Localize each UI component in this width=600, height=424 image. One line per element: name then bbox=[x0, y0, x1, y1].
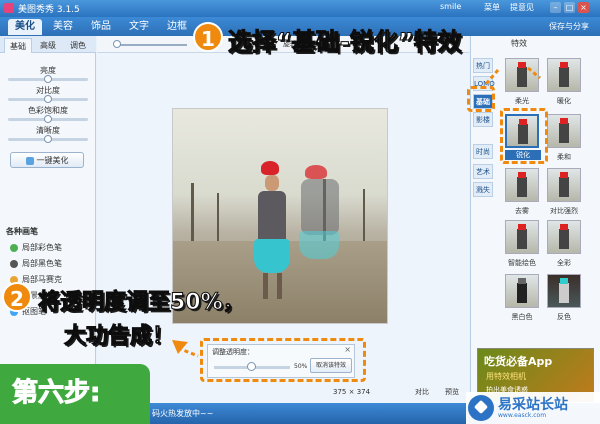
meitu-app: 美图秀秀 3.1.5 smile 菜单 提意见 – □ × 美化 美容 饰品 文… bbox=[0, 0, 600, 424]
watermark: 易采站长站 www.easck.com bbox=[466, 392, 600, 424]
step-2-instruction-line1: 将透明度调至50%， bbox=[38, 290, 246, 316]
arrow-line bbox=[527, 66, 541, 80]
arrow-line bbox=[484, 69, 500, 85]
site-logo-icon bbox=[468, 395, 494, 421]
step-badge: 第六步: bbox=[0, 364, 150, 424]
step-2-instruction-line2: 大功告成！ bbox=[63, 324, 175, 350]
step-badge-text: 第六步: bbox=[11, 378, 101, 409]
site-title: 易采站长站 bbox=[498, 397, 568, 413]
step-2-marker: 2 bbox=[2, 282, 32, 312]
site-url: www.easck.com bbox=[498, 412, 547, 419]
arrows-overlay bbox=[172, 66, 541, 358]
